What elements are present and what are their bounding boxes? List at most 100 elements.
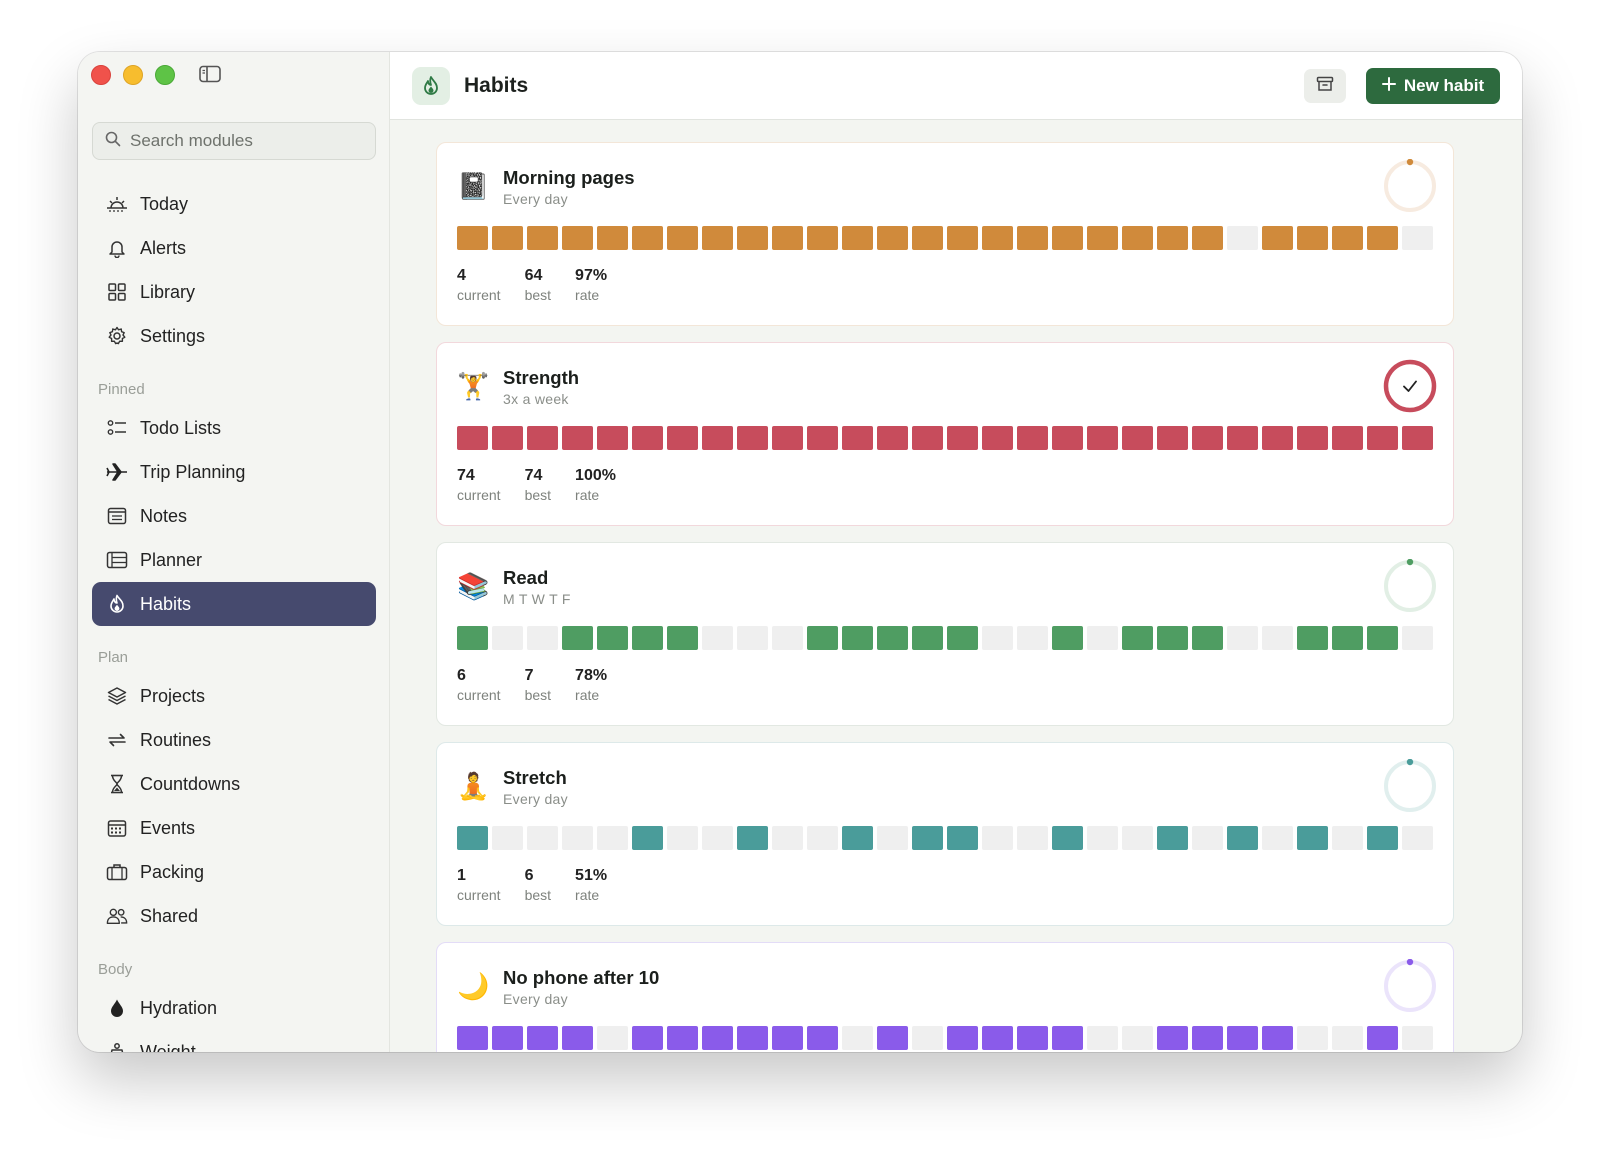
sidebar-item-notes[interactable]: Notes — [92, 494, 376, 538]
minimize-window-button[interactable] — [123, 65, 143, 85]
history-cell-done — [1332, 626, 1363, 650]
sidebar-item-hydration[interactable]: Hydration — [92, 986, 376, 1030]
sidebar-item-library[interactable]: Library — [92, 270, 376, 314]
sidebar-item-alerts[interactable]: Alerts — [92, 226, 376, 270]
sidebar-item-label: Planner — [140, 549, 203, 570]
history-cell-done — [1087, 426, 1118, 450]
sidebar-item-label: Notes — [140, 505, 188, 526]
history-cell-missed — [597, 826, 628, 850]
history-cell-done — [737, 826, 768, 850]
gear-icon — [106, 325, 128, 347]
habit-schedule: Every day — [503, 991, 568, 1007]
section-label-pinned: Pinned — [98, 381, 145, 398]
habit-done-check-button[interactable] — [1383, 359, 1437, 413]
sidebar-item-todo-lists[interactable]: Todo Lists — [92, 406, 376, 450]
habit-schedule: Every day — [503, 791, 568, 807]
stat-value: 51% — [575, 867, 608, 884]
window-controls — [91, 65, 175, 85]
habit-card[interactable]: 📓 Morning pages Every day 4 current 64 best 97%… — [436, 142, 1454, 326]
sidebar-item-label: Habits — [140, 593, 192, 614]
suitcase-icon — [106, 861, 128, 883]
history-cell-done — [1367, 1026, 1398, 1050]
sidebar-item-shared[interactable]: Shared — [92, 894, 376, 938]
search-input[interactable] — [130, 131, 360, 151]
habit-name: Stretch — [503, 767, 567, 788]
history-cell-done — [912, 426, 943, 450]
habit-check-ring-button[interactable] — [1383, 159, 1437, 213]
habit-card[interactable]: 🏋️ Strength 3x a week 74 current 74 best 100% ra… — [436, 342, 1454, 526]
airplane-icon — [106, 461, 128, 483]
history-cell-done — [737, 1026, 768, 1050]
sidebar-item-label: Routines — [140, 729, 212, 750]
history-cell-missed — [1402, 226, 1433, 250]
history-cell-done — [947, 226, 978, 250]
new-habit-button[interactable]: New habit — [1366, 68, 1500, 104]
habit-card[interactable]: 🧘 Stretch Every day 1 current 6 best 51% rate — [436, 742, 1454, 926]
history-cell-missed — [1262, 626, 1293, 650]
history-cell-missed — [1017, 626, 1048, 650]
history-cell-done — [1227, 1026, 1258, 1050]
sidebar-item-events[interactable]: Events — [92, 806, 376, 850]
stat-label: rate — [575, 487, 600, 503]
history-cell-missed — [842, 1026, 873, 1050]
new-habit-label: New habit — [1403, 76, 1485, 95]
history-cell-done — [807, 426, 838, 450]
history-cell-missed — [912, 1026, 943, 1050]
zoom-window-button[interactable] — [155, 65, 175, 85]
sidebar-item-today[interactable]: Today — [92, 182, 376, 226]
archive-button[interactable] — [1304, 69, 1346, 103]
stat-label: rate — [575, 287, 600, 303]
sidebar-item-weight[interactable]: Weight — [92, 1030, 376, 1052]
close-window-button[interactable] — [91, 65, 111, 85]
history-cell-done — [1227, 826, 1258, 850]
sidebar-item-habits[interactable]: Habits — [92, 582, 376, 626]
sidebar-toggle-icon[interactable] — [199, 65, 221, 83]
history-cell-done — [1367, 226, 1398, 250]
stat-value: 64 — [524, 267, 543, 284]
habit-card[interactable]: 📚 Read M T W T F 6 current 7 best 78% rate — [436, 542, 1454, 726]
habit-check-ring-button[interactable] — [1383, 559, 1437, 613]
habit-schedule: Every day — [503, 191, 568, 207]
history-cell-done — [702, 226, 733, 250]
history-cell-done — [632, 1026, 663, 1050]
sidebar-item-packing[interactable]: Packing — [92, 850, 376, 894]
search-box[interactable] — [92, 122, 376, 160]
habit-name: No phone after 10 — [503, 967, 660, 988]
sidebar-item-trip-planning[interactable]: Trip Planning — [92, 450, 376, 494]
habit-check-ring-button[interactable] — [1383, 759, 1437, 813]
history-cell-done — [807, 626, 838, 650]
history-cell-done — [457, 226, 488, 250]
sidebar-item-label: Trip Planning — [140, 461, 246, 482]
history-cell-done — [457, 626, 488, 650]
history-cell-missed — [1192, 826, 1223, 850]
habit-stats: 6 current 7 best 78% rate — [457, 667, 631, 703]
history-cell-done — [772, 1026, 803, 1050]
sidebar-item-settings[interactable]: Settings — [92, 314, 376, 358]
stat-value: 97% — [575, 267, 608, 284]
history-cell-done — [1087, 226, 1118, 250]
stat-value: 6 — [457, 667, 466, 684]
sidebar-item-projects[interactable]: Projects — [92, 674, 376, 718]
history-cell-done — [562, 626, 593, 650]
sidebar-item-routines[interactable]: Routines — [92, 718, 376, 762]
history-cell-done — [947, 626, 978, 650]
history-cell-done — [1122, 226, 1153, 250]
history-cell-done — [737, 226, 768, 250]
sidebar-item-planner[interactable]: Planner — [92, 538, 376, 582]
hourglass-icon — [106, 773, 128, 795]
habit-list: 📓 Morning pages Every day 4 current 64 best 97%… — [436, 142, 1454, 1052]
habit-name: Strength — [503, 367, 580, 388]
sidebar-item-countdowns[interactable]: Countdowns — [92, 762, 376, 806]
history-cell-done — [1157, 626, 1188, 650]
habit-card[interactable]: 🌙 No phone after 10 Every day — [436, 942, 1454, 1052]
drop-icon — [106, 997, 128, 1019]
sunrise-icon — [106, 193, 128, 215]
stat-best: 7 best — [525, 667, 551, 703]
habit-check-ring-button[interactable] — [1383, 959, 1437, 1013]
history-cell-done — [807, 1026, 838, 1050]
history-cell-missed — [1402, 1026, 1433, 1050]
history-cell-done — [1122, 626, 1153, 650]
history-cell-done — [562, 226, 593, 250]
history-cell-done — [492, 426, 523, 450]
history-cell-done — [982, 226, 1013, 250]
